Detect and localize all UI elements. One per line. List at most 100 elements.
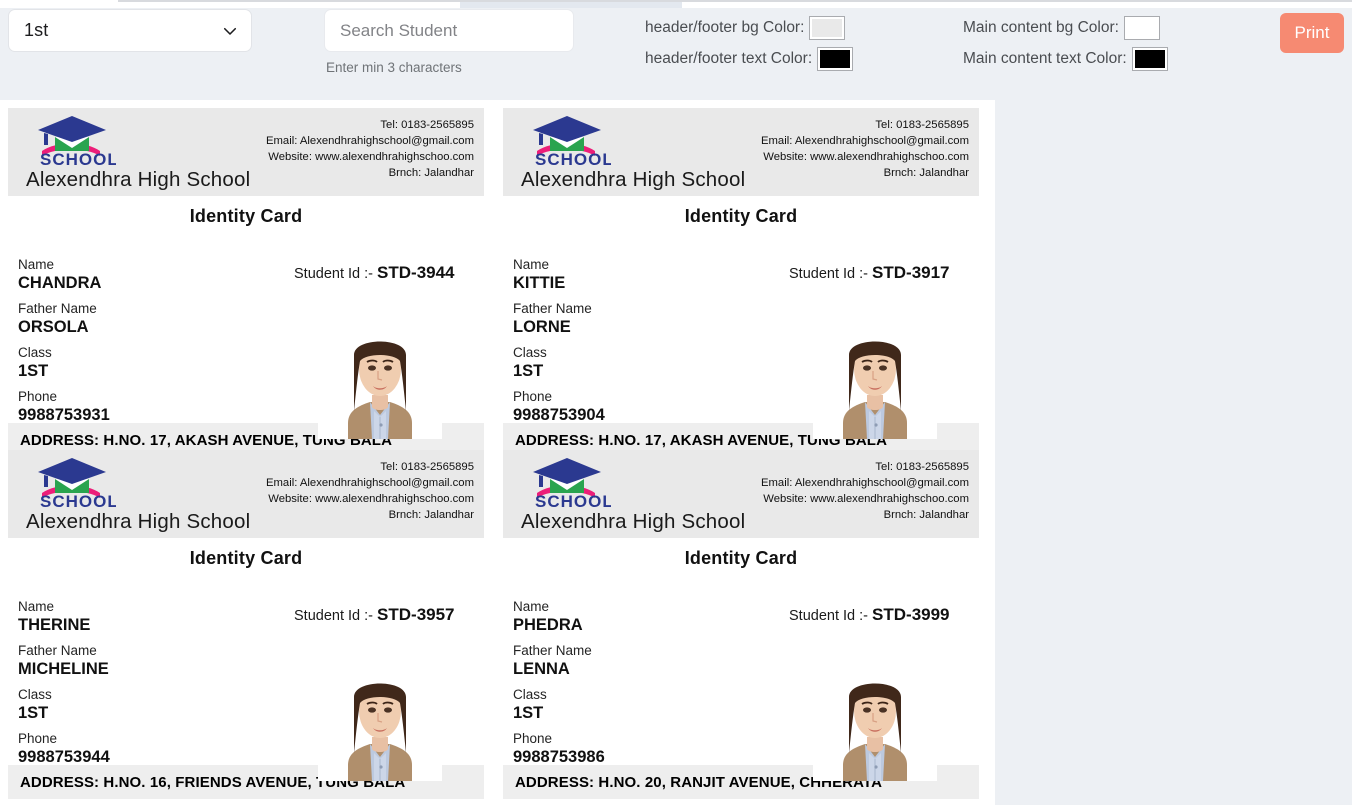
field-class-value: 1ST — [513, 704, 544, 722]
id-card-header: SCHOOL Alexendhra High School Tel: 0183-… — [503, 108, 979, 196]
student-fields: Name KITTIE Father Name LORNE Class 1ST … — [513, 257, 605, 433]
header-footer-text-color-row: header/footer text Color: — [645, 46, 854, 72]
student-id-row: Student Id :- STD-3917 — [789, 263, 950, 283]
school-tel: Tel: 0183-2565895 — [380, 461, 474, 473]
main-content-color-controls: Main content bg Color: Main content text… — [963, 15, 1168, 72]
field-name-label: Name — [18, 257, 55, 272]
field-father-name: Father Name LORNE — [513, 301, 605, 338]
field-phone-label: Phone — [513, 731, 553, 746]
field-name-label: Name — [513, 599, 550, 614]
field-father-name-value: MICHELINE — [18, 660, 109, 678]
student-photo — [813, 653, 937, 781]
field-class: Class 1ST — [513, 345, 605, 382]
main-content-text-color-label: Main content text Color: — [963, 50, 1127, 67]
school-tel: Tel: 0183-2565895 — [380, 119, 474, 131]
header-footer-text-color-swatch[interactable] — [817, 47, 854, 71]
school-branch: Brnch: Jalandhar — [883, 509, 969, 521]
search-hint: Enter min 3 characters — [326, 60, 462, 75]
student-id-value: STD-3957 — [377, 605, 455, 624]
field-class-label: Class — [513, 345, 547, 360]
field-class-label: Class — [18, 687, 52, 702]
id-card-body: Name PHEDRA Father Name LENNA Class 1ST … — [503, 569, 979, 781]
field-class-label: Class — [18, 345, 52, 360]
student-id-label: Student Id :- — [789, 608, 868, 624]
field-name-value: KITTIE — [513, 274, 566, 292]
field-phone-value: 9988753904 — [513, 406, 605, 424]
main-content-bg-color-row: Main content bg Color: — [963, 15, 1168, 41]
field-father-name-value: ORSOLA — [18, 318, 89, 336]
school-logo-icon: SCHOOL — [525, 453, 611, 509]
id-card-grid: SCHOOL Alexendhra High School Tel: 0183-… — [8, 108, 987, 799]
toolbar: 1st Enter min 3 characters header/footer… — [0, 8, 1352, 92]
main-content-bg-color-label: Main content bg Color: — [963, 19, 1119, 36]
main-content-text-color-swatch[interactable] — [1131, 47, 1168, 71]
school-logo-icon: SCHOOL — [30, 453, 116, 509]
main-content-text-color-row: Main content text Color: — [963, 46, 1168, 72]
school-tel: Tel: 0183-2565895 — [875, 119, 969, 131]
field-class: Class 1ST — [513, 687, 605, 724]
svg-text:SCHOOL: SCHOOL — [40, 492, 116, 509]
print-button[interactable]: Print — [1280, 13, 1344, 53]
field-father-name-value: LENNA — [513, 660, 570, 678]
school-contact-block: Tel: 0183-2565895 Email: Alexendhrahighs… — [266, 459, 474, 523]
field-name: Name THERINE — [18, 599, 110, 636]
field-phone-label: Phone — [18, 731, 58, 746]
id-card-title: Identity Card — [189, 206, 303, 226]
id-card: SCHOOL Alexendhra High School Tel: 0183-… — [8, 108, 484, 457]
school-branch: Brnch: Jalandhar — [388, 167, 474, 179]
id-card: SCHOOL Alexendhra High School Tel: 0183-… — [503, 450, 979, 799]
search-input[interactable] — [324, 9, 574, 52]
svg-text:SCHOOL: SCHOOL — [40, 150, 116, 167]
student-fields: Name CHANDRA Father Name ORSOLA Class 1S… — [18, 257, 110, 433]
school-website: Website: www.alexendhrahighschoo.com — [763, 151, 969, 163]
field-name-value: CHANDRA — [18, 274, 102, 292]
chevron-down-icon — [221, 22, 239, 40]
field-name-label: Name — [513, 257, 550, 272]
main-content-bg-color-swatch[interactable] — [1123, 16, 1160, 40]
header-footer-color-controls: header/footer bg Color: header/footer te… — [645, 15, 854, 72]
school-email: Email: Alexendhrahighschool@gmail.com — [265, 477, 474, 489]
student-id-label: Student Id :- — [294, 266, 373, 282]
class-select[interactable]: 1st — [8, 9, 252, 52]
field-class: Class 1ST — [18, 345, 110, 382]
field-class: Class 1ST — [18, 687, 110, 724]
school-name: Alexendhra High School — [26, 168, 251, 191]
field-father-name: Father Name ORSOLA — [18, 301, 110, 338]
id-card-body: Name THERINE Father Name MICHELINE Class… — [8, 569, 484, 781]
school-branch: Brnch: Jalandhar — [388, 509, 474, 521]
id-card: SCHOOL Alexendhra High School Tel: 0183-… — [8, 450, 484, 799]
id-card-body: Name CHANDRA Father Name ORSOLA Class 1S… — [8, 227, 484, 439]
field-class-label: Class — [513, 687, 547, 702]
field-father-name-label: Father Name — [18, 643, 97, 658]
header-footer-bg-color-label: header/footer bg Color: — [645, 19, 805, 36]
header-footer-text-color-label: header/footer text Color: — [645, 50, 813, 67]
id-card-header: SCHOOL Alexendhra High School Tel: 0183-… — [8, 450, 484, 538]
field-class-value: 1ST — [18, 362, 49, 380]
field-phone-label: Phone — [18, 389, 58, 404]
field-name-label: Name — [18, 599, 55, 614]
id-card-header: SCHOOL Alexendhra High School Tel: 0183-… — [8, 108, 484, 196]
svg-text:SCHOOL: SCHOOL — [535, 150, 611, 167]
field-name: Name PHEDRA — [513, 599, 605, 636]
field-name: Name KITTIE — [513, 257, 605, 294]
header-footer-bg-color-swatch[interactable] — [809, 16, 846, 40]
student-photo — [318, 311, 442, 439]
id-card-title: Identity Card — [684, 548, 798, 568]
student-id-row: Student Id :- STD-3957 — [294, 605, 455, 625]
field-phone: Phone 9988753931 — [18, 389, 110, 426]
header-footer-bg-color-row: header/footer bg Color: — [645, 15, 853, 41]
field-name-value: PHEDRA — [513, 616, 583, 634]
id-cards-sheet: SCHOOL Alexendhra High School Tel: 0183-… — [0, 100, 995, 805]
field-name-value: THERINE — [18, 616, 91, 634]
field-father-name-label: Father Name — [513, 643, 592, 658]
school-contact-block: Tel: 0183-2565895 Email: Alexendhrahighs… — [761, 459, 969, 523]
field-father-name-value: LORNE — [513, 318, 571, 336]
school-logo-icon: SCHOOL — [30, 111, 116, 167]
id-card-header: SCHOOL Alexendhra High School Tel: 0183-… — [503, 450, 979, 538]
school-email: Email: Alexendhrahighschool@gmail.com — [760, 135, 969, 147]
school-contact-block: Tel: 0183-2565895 Email: Alexendhrahighs… — [266, 117, 474, 181]
school-contact-block: Tel: 0183-2565895 Email: Alexendhrahighs… — [761, 117, 969, 181]
school-name: Alexendhra High School — [26, 510, 251, 533]
top-scroll-strip — [0, 0, 1352, 8]
field-father-name-label: Father Name — [513, 301, 592, 316]
